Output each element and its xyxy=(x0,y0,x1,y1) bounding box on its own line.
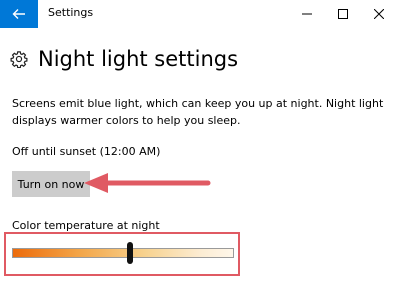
close-icon xyxy=(374,9,384,19)
title-bar: Settings xyxy=(0,0,400,28)
minimize-icon xyxy=(302,13,312,15)
back-button[interactable] xyxy=(0,0,38,28)
turn-on-now-button[interactable]: Turn on now xyxy=(12,171,90,197)
back-arrow-icon xyxy=(12,9,25,19)
description-text: Screens emit blue light, which can keep … xyxy=(12,97,384,127)
page-title: Night light settings xyxy=(38,47,239,71)
status-text: Off until sunset (12:00 AM) xyxy=(12,145,161,158)
maximize-button[interactable] xyxy=(326,0,360,28)
minimize-button[interactable] xyxy=(290,0,324,28)
page-header: Night light settings xyxy=(10,44,238,74)
red-arrow-annotation xyxy=(84,173,211,193)
color-temperature-slider[interactable] xyxy=(12,248,234,258)
gear-icon xyxy=(10,51,28,68)
window-title: Settings xyxy=(48,6,94,19)
close-button[interactable] xyxy=(362,0,396,28)
maximize-icon xyxy=(338,9,348,19)
slider-thumb[interactable] xyxy=(126,242,133,264)
settings-window: Settings Night light settings Screens em… xyxy=(0,0,400,294)
color-temperature-label: Color temperature at night xyxy=(12,219,160,232)
